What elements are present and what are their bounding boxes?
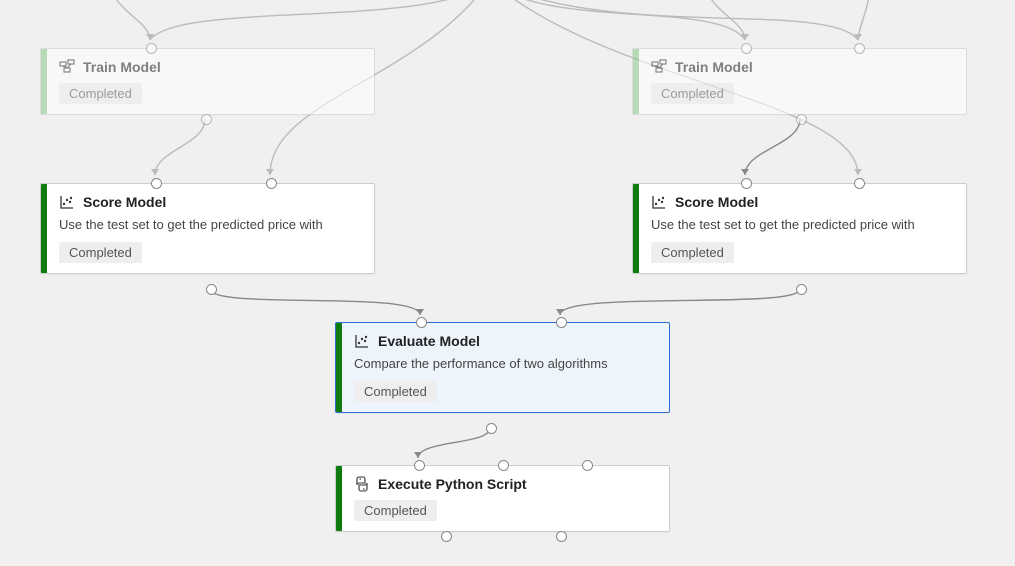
input-port-1[interactable] <box>151 178 162 189</box>
pipeline-canvas[interactable]: Train Model Completed Train Model Comple… <box>0 0 1015 566</box>
node-title: Evaluate Model <box>378 333 480 349</box>
input-port-2[interactable] <box>266 178 277 189</box>
output-port[interactable] <box>486 423 497 434</box>
node-title: Score Model <box>83 194 166 210</box>
node-title: Train Model <box>675 59 753 75</box>
output-port[interactable] <box>201 114 212 125</box>
input-port-2[interactable] <box>498 460 509 471</box>
node-train-model-right[interactable]: Train Model Completed <box>632 48 967 115</box>
node-title: Score Model <box>675 194 758 210</box>
status-badge: Completed <box>651 83 734 104</box>
node-title: Execute Python Script <box>378 476 527 492</box>
node-description: Use the test set to get the predicted pr… <box>651 216 952 234</box>
status-badge: Completed <box>59 83 142 104</box>
node-train-model-left[interactable]: Train Model Completed <box>40 48 375 115</box>
node-execute-python-script[interactable]: Execute Python Script Completed <box>335 465 670 532</box>
status-badge: Completed <box>651 242 734 263</box>
input-port[interactable] <box>146 43 157 54</box>
input-port-1[interactable] <box>741 178 752 189</box>
input-port-2[interactable] <box>854 43 865 54</box>
input-port-2[interactable] <box>556 317 567 328</box>
output-port[interactable] <box>206 284 217 295</box>
node-score-model-right[interactable]: Score Model Use the test set to get the … <box>632 183 967 274</box>
status-badge: Completed <box>59 242 142 263</box>
input-port[interactable] <box>741 43 752 54</box>
input-port-1[interactable] <box>416 317 427 328</box>
output-port[interactable] <box>796 114 807 125</box>
python-icon <box>354 476 370 492</box>
output-port-1[interactable] <box>441 531 452 542</box>
node-title: Train Model <box>83 59 161 75</box>
train-icon <box>59 59 75 75</box>
input-port-3[interactable] <box>582 460 593 471</box>
scatter-icon <box>354 333 370 349</box>
node-score-model-left[interactable]: Score Model Use the test set to get the … <box>40 183 375 274</box>
train-icon <box>651 59 667 75</box>
input-port-1[interactable] <box>414 460 425 471</box>
scatter-icon <box>651 194 667 210</box>
input-port-2[interactable] <box>854 178 865 189</box>
status-badge: Completed <box>354 381 437 402</box>
node-evaluate-model[interactable]: Evaluate Model Compare the performance o… <box>335 322 670 413</box>
node-description: Use the test set to get the predicted pr… <box>59 216 360 234</box>
scatter-icon <box>59 194 75 210</box>
node-description: Compare the performance of two algorithm… <box>354 355 655 373</box>
output-port[interactable] <box>796 284 807 295</box>
output-port-2[interactable] <box>556 531 567 542</box>
status-badge: Completed <box>354 500 437 521</box>
